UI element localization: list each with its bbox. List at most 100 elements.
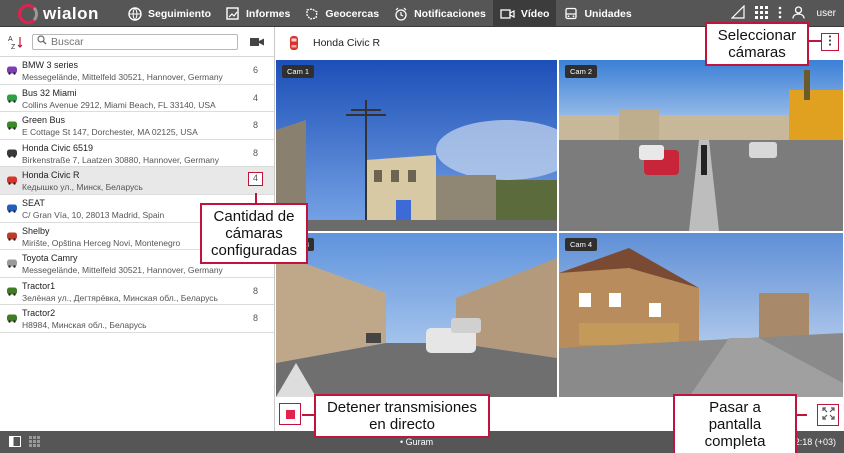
unit-list-item[interactable]: Honda Civic R Кедышко ул., Минск, Беларус… xyxy=(0,167,274,195)
tractor-icon xyxy=(6,285,18,297)
callout-camera-count: Cantidad de cámaras configuradas xyxy=(200,203,308,264)
unit-address: Зелёная ул., Дегтярёвка, Минская обл., Б… xyxy=(22,292,218,303)
search-input[interactable] xyxy=(51,35,231,48)
alarm-icon xyxy=(393,6,408,21)
camera-count-badge: 4 xyxy=(248,172,263,187)
callout-stop-streams: Detener transmisiones en directo xyxy=(314,394,490,438)
user-name[interactable]: user xyxy=(817,8,836,19)
svg-text:Z: Z xyxy=(11,44,16,50)
unit-list-item[interactable]: Bus 32 Miami Collins Avenue 2912, Miami B… xyxy=(0,85,274,113)
search-box xyxy=(32,33,238,50)
nav-item-informes[interactable]: Informes xyxy=(218,0,297,27)
nav-item-video[interactable]: Vídeo xyxy=(492,0,557,27)
callout-leader xyxy=(809,40,821,42)
camera-view-3[interactable]: Cam 3 xyxy=(276,233,557,397)
camera-filter-icon[interactable] xyxy=(250,36,264,48)
camera-3-image xyxy=(276,233,557,397)
fullscreen-button[interactable] xyxy=(817,404,839,426)
bus-icon xyxy=(563,6,578,21)
unit-list: BMW 3 series Messegelände, Mittelfeld 305… xyxy=(0,57,274,333)
camera-count-badge: 8 xyxy=(252,120,258,131)
camera-1-image xyxy=(276,60,557,231)
sort-az-icon[interactable]: AZ xyxy=(8,34,24,51)
stop-icon xyxy=(285,409,295,419)
camera-4-image xyxy=(559,233,843,397)
ruler-icon[interactable] xyxy=(730,4,745,22)
callout-text: Seleccionar cámaras xyxy=(717,27,797,61)
unit-address: Mirište, Opština Herceg Novi, Montenegro xyxy=(22,237,181,248)
nav-label: Vídeo xyxy=(520,7,550,20)
nav-label: Informes xyxy=(246,7,291,20)
unit-address: H8984, Минская обл., Беларусь xyxy=(22,320,147,331)
callout-text: Detener transmisiones en directo xyxy=(326,399,478,433)
select-cameras-button[interactable] xyxy=(821,33,839,51)
nav-item-notificaciones[interactable]: Notificaciones xyxy=(386,0,493,27)
camera-grid: Cam 1 Cam 2 Cam 4 xyxy=(276,60,843,397)
unit-list-item[interactable]: BMW 3 series Messegelände, Mittelfeld 305… xyxy=(0,57,274,85)
apps-grid-icon[interactable] xyxy=(754,5,768,22)
callout-leader xyxy=(255,193,257,203)
camera-label: Cam 2 xyxy=(565,65,598,78)
dark-car-icon xyxy=(6,147,18,159)
unit-list-item[interactable]: Green Bus E Cottage St 147, Dorchester, M… xyxy=(0,112,274,140)
geofence-icon xyxy=(304,6,319,21)
camera-view-2[interactable]: Cam 2 xyxy=(559,60,843,231)
green-a-icon xyxy=(6,92,18,104)
callout-leader xyxy=(302,414,314,416)
unit-list-item[interactable]: Tractor2 H8984, Минская обл., Беларусь 8 xyxy=(0,305,274,333)
callout-text: Pasar a pantalla completa xyxy=(704,399,766,450)
unit-list-item[interactable]: Honda Civic 6519 Birkenstraße 7, Laatzen … xyxy=(0,140,274,168)
layout-switcher xyxy=(9,436,40,450)
grid-layout-icon[interactable] xyxy=(29,436,40,450)
camera-2-image xyxy=(559,60,843,231)
unit-address: Кедышко ул., Минск, Беларусь xyxy=(22,182,143,193)
unit-name: Toyota Camry xyxy=(22,253,78,264)
unit-name: Shelby xyxy=(22,225,50,236)
status-center-text: • Guram xyxy=(400,437,434,447)
video-main-area: Honda Civic R Cam 1 Cam 2 Cam 4 xyxy=(276,27,844,431)
camera-count-badge: 4 xyxy=(252,92,258,103)
camera-count-badge: 8 xyxy=(252,313,258,324)
nav-label: Notificaciones xyxy=(414,7,486,20)
red-car-icon xyxy=(286,35,302,51)
unit-name: BMW 3 series xyxy=(22,60,79,70)
unit-name: SEAT xyxy=(22,197,45,208)
globe-icon xyxy=(127,6,142,21)
nav-item-unidades[interactable]: Unidades xyxy=(556,0,638,27)
camera-view-1[interactable]: Cam 1 xyxy=(276,60,557,231)
unit-title: Honda Civic R xyxy=(313,37,381,49)
user-icon[interactable] xyxy=(791,5,805,22)
camera-count-badge: 8 xyxy=(252,285,258,296)
nav-item-seguimiento[interactable]: Seguimiento xyxy=(120,0,218,27)
nav-item-geocercas[interactable]: Geocercas xyxy=(297,0,386,27)
nav-label: Unidades xyxy=(584,7,632,20)
video-icon xyxy=(500,6,515,21)
tractor-icon xyxy=(6,312,18,324)
logo-mark-icon xyxy=(18,3,38,24)
nav-label: Geocercas xyxy=(325,7,380,20)
camera-view-4[interactable]: Cam 4 xyxy=(559,233,843,397)
wialon-logo[interactable]: wialon xyxy=(18,3,99,24)
camera-count-badge: 8 xyxy=(252,147,258,158)
unit-address: C/ Gran Vía, 10, 28013 Madrid, Spain xyxy=(22,209,165,220)
camera-count-badge: 6 xyxy=(252,65,258,75)
unit-address: Messegelände, Mittelfeld 30521, Hannover… xyxy=(22,72,223,82)
unit-address: Collins Avenue 2912, Miami Beach, FL 331… xyxy=(22,99,216,110)
more-vertical-icon[interactable] xyxy=(778,6,782,22)
unit-name: Honda Civic 6519 xyxy=(22,142,94,153)
unit-list-item[interactable]: Tractor1 Зелёная ул., Дегтярёвка, Минская… xyxy=(0,278,274,306)
fullscreen-icon xyxy=(821,407,835,423)
callout-leader xyxy=(797,414,807,416)
stop-live-streams-button[interactable] xyxy=(279,403,301,425)
unit-address: Birkenstraße 7, Laatzen 30880, Hannover,… xyxy=(22,154,220,165)
callout-text: Cantidad de cámaras configuradas xyxy=(211,208,297,259)
panel-layout-icon[interactable] xyxy=(9,436,21,450)
grey-car-icon xyxy=(6,257,18,269)
main-nav: Seguimiento Informes Geocercas Notificac… xyxy=(120,0,639,27)
unit-name: Honda Civic R xyxy=(22,170,80,181)
camera-label: Cam 1 xyxy=(282,65,315,78)
unit-name: Tractor1 xyxy=(22,280,56,291)
unit-address: Messegelände, Mittelfeld 30521, Hannover… xyxy=(22,265,223,276)
purple-car-icon xyxy=(6,64,18,76)
red-sports-car-icon xyxy=(6,230,18,242)
